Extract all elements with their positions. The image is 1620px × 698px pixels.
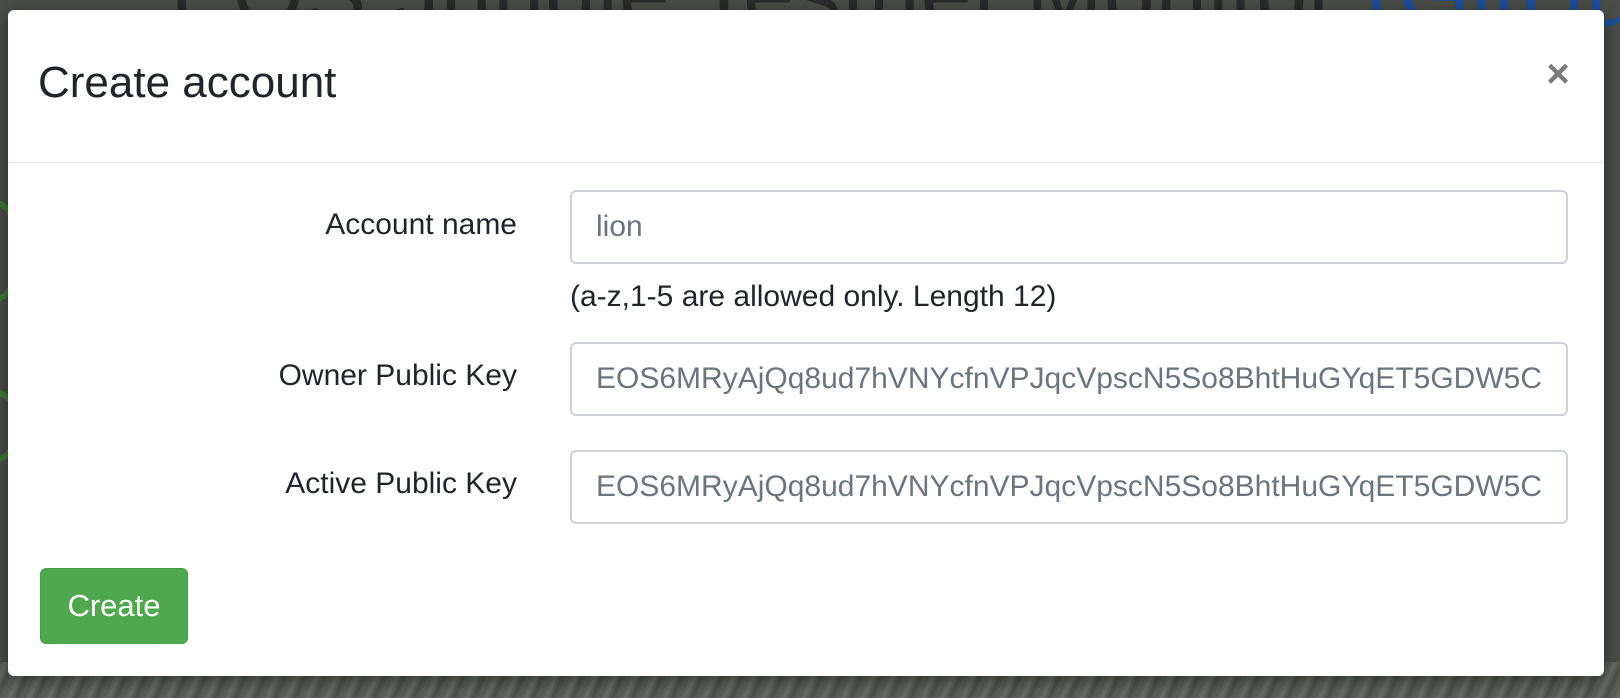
active-public-key-label: Active Public Key (285, 467, 517, 500)
create-button[interactable]: Create (40, 568, 188, 644)
active-public-key-input[interactable] (570, 450, 1568, 524)
close-button[interactable]: × (1540, 54, 1576, 94)
owner-public-key-label: Owner Public Key (278, 359, 517, 392)
owner-public-key-input[interactable] (570, 342, 1568, 416)
account-name-help-text: (a-z,1-5 are allowed only. Length 12) (570, 280, 1057, 313)
modal-title: Create account (38, 58, 337, 107)
account-name-label: Account name (325, 208, 517, 241)
account-name-input[interactable] (570, 190, 1568, 264)
modal-header: Create account × (8, 10, 1604, 163)
close-icon: × (1546, 52, 1570, 96)
create-account-modal: Create account × Account name (a-z,1-5 a… (8, 10, 1604, 676)
